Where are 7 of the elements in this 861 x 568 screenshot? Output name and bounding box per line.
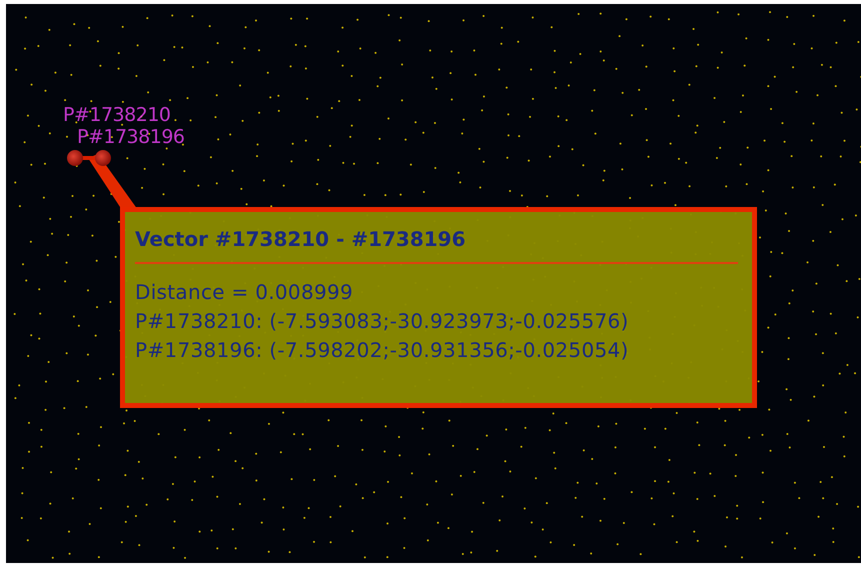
tooltip-line: P#1738210: (-7.593083;-30.923973;-0.025576) — [135, 308, 630, 335]
tooltip-line: P#1738196: (-7.598202;-30.931356;-0.025054) — [135, 337, 630, 364]
point-label: P#1738196 — [77, 126, 184, 148]
vector-drawing — [67, 150, 111, 166]
point-label: P#1738210 — [63, 104, 170, 126]
tooltip-title: Vector #1738210 - #1738196 — [135, 226, 466, 252]
tooltip-line: Distance = 0.008999 — [135, 279, 354, 306]
